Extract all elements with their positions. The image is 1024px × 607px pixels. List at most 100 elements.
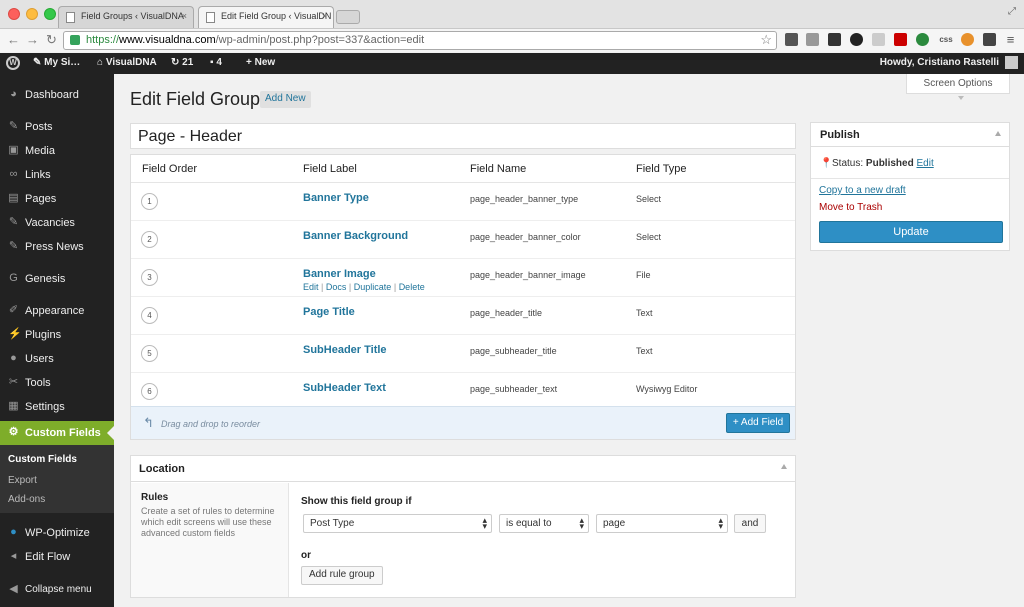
address-bar[interactable]: https://www.visualdna.com/wp-admin/post.… <box>63 31 777 50</box>
copy-to-draft-link[interactable]: Copy to a new draft <box>819 185 906 196</box>
field-order-handle[interactable]: 1 <box>141 193 158 210</box>
tab-close-icon[interactable]: × <box>182 11 187 21</box>
minimize-window-button[interactable] <box>26 8 38 20</box>
field-order-handle[interactable]: 4 <box>141 307 158 324</box>
rules-description-panel: Rules Create a set of rules to determine… <box>131 483 289 597</box>
sidebar-item-links[interactable]: ∞ Links <box>0 163 114 187</box>
submenu-item-custom-fields[interactable]: Custom Fields <box>8 454 77 465</box>
docs-link[interactable]: Docs <box>326 282 347 292</box>
my-sites-label: My Si… <box>44 57 81 68</box>
field-label-link[interactable]: Page Title <box>303 306 355 318</box>
field-label-link[interactable]: SubHeader Title <box>303 344 387 356</box>
sidebar-item-settings[interactable]: ▦ Settings <box>0 395 114 419</box>
css-extension-icon[interactable]: css <box>936 33 956 46</box>
sidebar-item-edit-flow[interactable]: ◂ Edit Flow <box>0 545 114 569</box>
sidebar-item-wp-optimize[interactable]: ● WP-Optimize <box>0 521 114 545</box>
sidebar-item-posts[interactable]: ✎ Posts <box>0 115 114 139</box>
add-new-button[interactable]: Add New <box>260 91 311 108</box>
new-tab-button[interactable] <box>336 10 360 24</box>
fullscreen-icon[interactable]: ⤢ <box>1008 6 1016 17</box>
field-order-handle[interactable]: 6 <box>141 383 158 400</box>
site-name-menu[interactable]: ⌂ VisualDNA <box>97 57 157 68</box>
gear-extension-icon[interactable] <box>828 33 841 46</box>
publish-header[interactable]: Publish <box>811 123 1009 147</box>
browser-tab-field-groups[interactable]: Field Groups ‹ VisualDNA × <box>58 6 194 28</box>
add-rule-group-button[interactable]: Add rule group <box>301 566 383 585</box>
rule-value-select[interactable]: page ▴ ▾ <box>596 514 728 533</box>
table-row[interactable]: 1 Banner Type page_header_banner_type Se… <box>131 183 795 221</box>
field-label-link[interactable]: Banner Image <box>303 268 376 280</box>
screen-options-button[interactable]: Screen Options <box>906 74 1010 94</box>
forward-icon[interactable]: → <box>26 32 39 47</box>
sidebar-item-press-news[interactable]: ✎ Press News <box>0 235 114 259</box>
sidebar-item-vacancies[interactable]: ✎ Vacancies <box>0 211 114 235</box>
plus-icon: + <box>246 57 255 68</box>
submenu-item-export[interactable]: Export <box>8 475 37 486</box>
field-order-handle[interactable]: 3 <box>141 269 158 286</box>
comments-menu[interactable]: ▪ 4 <box>210 57 222 68</box>
table-row[interactable]: 5 SubHeader Title page_subheader_title T… <box>131 335 795 373</box>
field-group-title-input[interactable]: Page - Header <box>130 123 796 149</box>
extension-icon[interactable] <box>983 33 996 46</box>
home-icon: ⌂ <box>97 57 106 68</box>
wrench-icon: ✎ <box>33 57 45 68</box>
page-title: Edit Field Group <box>130 89 261 109</box>
rule-operator-select[interactable]: is equal to ▴ ▾ <box>499 514 589 533</box>
menu-icon[interactable]: ≡ <box>1004 33 1017 46</box>
sidebar-item-genesis[interactable]: G Genesis <box>0 267 114 291</box>
my-sites-menu[interactable]: ✎ My Si… <box>33 57 80 68</box>
collapse-toggle-icon[interactable] <box>995 131 1001 136</box>
camera-extension-icon[interactable] <box>785 33 798 46</box>
status-edit-link[interactable]: Edit <box>917 158 934 169</box>
zoom-window-button[interactable] <box>44 8 56 20</box>
field-order-handle[interactable]: 2 <box>141 231 158 248</box>
browser-tab-edit-field-group[interactable]: Edit Field Group ‹ VisualDN × <box>198 6 334 29</box>
field-label-link[interactable]: Banner Type <box>303 192 369 204</box>
sidebar-item-pages[interactable]: ▤ Pages <box>0 187 114 211</box>
new-content-menu[interactable]: + New <box>246 57 275 68</box>
updates-count: 21 <box>182 57 194 68</box>
submenu-item-add-ons[interactable]: Add-ons <box>8 494 45 505</box>
rule-param-select[interactable]: Post Type ▴ ▾ <box>303 514 492 533</box>
table-row[interactable]: 3 Banner Image Edit | Docs | Duplicate |… <box>131 259 795 297</box>
add-field-button[interactable]: + Add Field <box>726 413 790 433</box>
and-rule-button[interactable]: and <box>734 514 766 533</box>
close-window-button[interactable] <box>8 8 20 20</box>
location-header[interactable]: Location <box>131 456 795 482</box>
update-button[interactable]: Update <box>819 221 1003 243</box>
field-order-handle[interactable]: 5 <box>141 345 158 362</box>
sidebar-item-tools[interactable]: ✂ Tools <box>0 371 114 395</box>
collapse-menu-button[interactable]: ◀ Collapse menu <box>0 578 114 602</box>
sidebar-item-appearance[interactable]: ✐ Appearance <box>0 299 114 323</box>
divider <box>811 178 1009 179</box>
extension-icon[interactable] <box>961 33 974 46</box>
sidebar-item-plugins[interactable]: ⚡ Plugins <box>0 323 114 347</box>
howdy-account-menu[interactable]: Howdy, Cristiano Rastelli <box>880 57 999 68</box>
updates-menu[interactable]: ↻ 21 <box>171 57 193 68</box>
wordpress-logo-icon[interactable]: W <box>6 56 20 70</box>
sidebar-item-custom-fields[interactable]: ⚙ Custom Fields <box>0 421 114 445</box>
sidebar-item-media[interactable]: ▣ Media <box>0 139 114 163</box>
table-row[interactable]: 4 Page Title page_header_title Text <box>131 297 795 335</box>
extension-icon[interactable] <box>916 33 929 46</box>
sidebar-item-users[interactable]: ● Users <box>0 347 114 371</box>
field-label-link[interactable]: SubHeader Text <box>303 382 386 394</box>
duplicate-link[interactable]: Duplicate <box>354 282 392 292</box>
move-to-trash-link[interactable]: Move to Trash <box>819 202 882 213</box>
delete-link[interactable]: Delete <box>399 282 425 292</box>
avatar[interactable] <box>1005 56 1018 69</box>
sidebar-item-dashboard[interactable]: ◕ Dashboard <box>0 83 114 107</box>
reload-icon[interactable]: ↻ <box>46 32 57 48</box>
edit-link[interactable]: Edit <box>303 282 319 292</box>
tab-close-icon[interactable]: × <box>322 11 327 21</box>
rule-operator-value: is equal to <box>506 518 552 529</box>
field-label-link[interactable]: Banner Background <box>303 230 408 242</box>
bookmark-star-icon[interactable]: ☆ <box>760 32 772 48</box>
back-icon[interactable]: ← <box>7 32 20 47</box>
extension-icon[interactable] <box>872 33 885 46</box>
extension-icon[interactable] <box>894 33 907 46</box>
extension-icon[interactable] <box>850 33 863 46</box>
extension-icon[interactable] <box>806 33 819 46</box>
collapse-toggle-icon[interactable] <box>781 464 787 469</box>
table-row[interactable]: 2 Banner Background page_header_banner_c… <box>131 221 795 259</box>
